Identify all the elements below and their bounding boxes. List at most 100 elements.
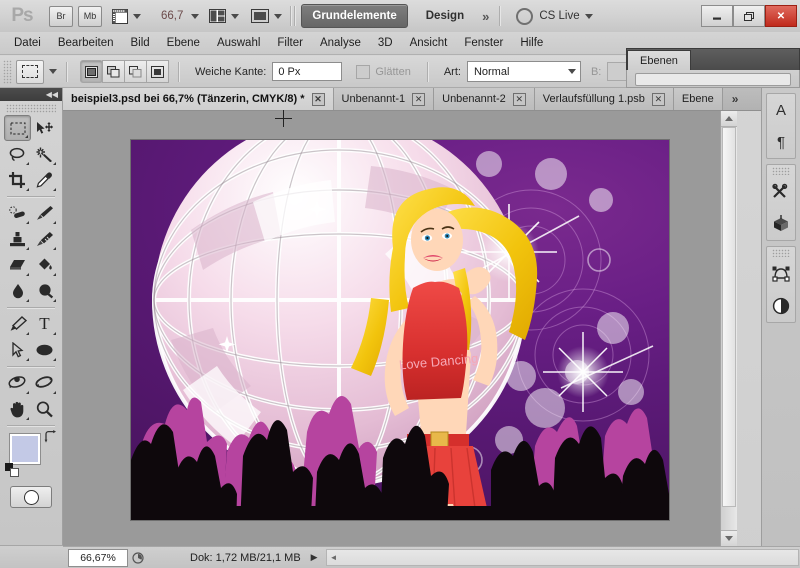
zoom-level-chevron-down-icon[interactable] [191, 13, 200, 19]
floating-panel-header[interactable]: Ebenen [626, 48, 800, 70]
dock-section-grip[interactable] [772, 167, 790, 175]
tool-preset-picker[interactable] [16, 59, 44, 84]
doc-tab-overflow-icon[interactable]: » [723, 88, 748, 110]
menu-item-ebene[interactable]: Ebene [167, 37, 200, 49]
blur-tool[interactable] [4, 278, 31, 304]
scroll-thumb[interactable] [722, 127, 736, 507]
menu-item-auswahl[interactable]: Auswahl [217, 37, 260, 49]
foreground-color-swatch[interactable] [10, 434, 40, 464]
subtract-from-selection-button[interactable] [124, 60, 147, 83]
menu-item-ansicht[interactable]: Ansicht [410, 37, 448, 49]
screen-mode-chevron-down-icon[interactable] [274, 13, 283, 19]
panel-tab-ebenen[interactable]: Ebenen [627, 50, 691, 70]
eraser-tool[interactable] [4, 252, 31, 278]
doc-tab-ebene[interactable]: Ebene [673, 88, 723, 110]
healing-brush-tool[interactable] [4, 200, 31, 226]
doc-tab-close-icon[interactable]: ✕ [412, 92, 426, 106]
crop-tool[interactable] [4, 167, 31, 193]
view-extras-chevron-down-icon[interactable] [133, 13, 141, 19]
toolbox-grip[interactable] [6, 104, 56, 113]
menu-item-hilfe[interactable]: Hilfe [520, 37, 543, 49]
doc-tab-unbenannt-1[interactable]: Unbenannt-1 ✕ [333, 88, 435, 110]
toolbox-group-vector: T [0, 311, 62, 363]
swap-colors-icon[interactable] [44, 430, 57, 443]
type-tool[interactable]: T [31, 311, 58, 337]
scroll-down-button[interactable] [721, 530, 737, 546]
close-button[interactable]: ✕ [765, 5, 797, 27]
pen-tool[interactable] [4, 311, 31, 337]
menu-item-datei[interactable]: Datei [14, 37, 41, 49]
menu-item-filter[interactable]: Filter [277, 37, 303, 49]
view-extras-button[interactable] [110, 3, 143, 29]
canvas-horizontal-scrollbar[interactable]: ◄ [325, 549, 799, 566]
workspace-design-button[interactable]: Design [416, 5, 474, 27]
status-popup-arrow-icon[interactable]: ▶ [311, 552, 318, 563]
zoom-tool[interactable] [31, 396, 58, 422]
minimize-button[interactable] [701, 5, 733, 27]
paragraph-panel-icon[interactable]: ¶ [767, 126, 795, 158]
default-colors-icon[interactable] [5, 463, 19, 477]
magic-wand-tool[interactable] [31, 141, 58, 167]
add-to-selection-button[interactable] [102, 60, 125, 83]
menu-item-bearbeiten[interactable]: Bearbeiten [58, 37, 114, 49]
screen-mode-button[interactable] [249, 3, 284, 29]
launch-mini-bridge-button[interactable]: Mb [78, 5, 102, 27]
canvas-area[interactable]: Love Dancing [63, 111, 737, 546]
style-select[interactable]: Normal [466, 61, 581, 82]
menu-item-analyse[interactable]: Analyse [320, 37, 361, 49]
doc-tab-close-icon[interactable]: ✕ [311, 92, 325, 106]
eyedropper-tool[interactable] [31, 167, 58, 193]
timing-icon[interactable] [128, 551, 148, 564]
intersect-selection-button[interactable] [146, 60, 169, 83]
rectangular-marquee-tool[interactable] [4, 115, 31, 141]
doc-tab-beispiel3[interactable]: beispiel3.psd bei 66,7% (Tänzerin, CMYK/… [63, 88, 334, 110]
panel-filter-field[interactable] [635, 73, 791, 86]
3d-panel-icon[interactable] [767, 208, 795, 240]
artboard[interactable]: Love Dancing [130, 139, 670, 521]
doc-tab-close-icon[interactable]: ✕ [512, 92, 526, 106]
menu-item-bild[interactable]: Bild [130, 37, 149, 49]
move-tool[interactable] [31, 115, 58, 141]
feather-input[interactable]: 0 Px [272, 62, 343, 81]
brush-tool[interactable] [31, 200, 58, 226]
status-zoom-input[interactable]: 66,67% [68, 548, 128, 567]
arrow-left-icon[interactable]: ◄ [327, 553, 341, 562]
clone-stamp-tool[interactable] [4, 226, 31, 252]
quick-mask-button[interactable] [10, 486, 52, 508]
3d-object-rotate-tool[interactable] [4, 370, 31, 396]
masks-panel-icon[interactable] [767, 258, 795, 290]
history-brush-tool[interactable] [31, 226, 58, 252]
lasso-tool[interactable] [4, 141, 31, 167]
doc-tab-verlaufsfuellung[interactable]: Verlaufsfüllung 1.psb ✕ [534, 88, 674, 110]
3d-camera-rotate-tool[interactable] [31, 370, 58, 396]
menu-item-3d[interactable]: 3D [378, 37, 393, 49]
toolbox-collapse-button[interactable]: ◀◀ [0, 88, 62, 101]
cs-live-button[interactable]: CS Live [516, 7, 593, 25]
menu-item-fenster[interactable]: Fenster [464, 37, 503, 49]
doc-tab-unbenannt-2[interactable]: Unbenannt-2 ✕ [434, 88, 535, 110]
launch-bridge-button[interactable]: Br [49, 5, 73, 27]
zoom-level-value[interactable]: 66,7 [161, 10, 183, 22]
gradient-tool[interactable] [31, 252, 58, 278]
new-selection-button[interactable] [80, 60, 103, 83]
dodge-tool[interactable] [31, 278, 58, 304]
scroll-up-button[interactable] [721, 111, 737, 127]
arrange-chevron-down-icon[interactable] [231, 13, 240, 19]
ellipse-shape-tool[interactable] [31, 337, 58, 363]
workspace-grundelemente-button[interactable]: Grundelemente [301, 4, 408, 28]
hand-tool[interactable] [4, 396, 31, 422]
doc-tab-close-icon[interactable]: ✕ [651, 92, 665, 106]
dock-section-grip-2[interactable] [772, 249, 790, 257]
restore-button[interactable] [733, 5, 765, 27]
tool-preset-chevron-down-icon[interactable] [49, 69, 57, 74]
options-bar-grip[interactable] [3, 59, 12, 84]
path-selection-tool[interactable] [4, 337, 31, 363]
adjustments-panel-icon[interactable] [767, 290, 795, 322]
tool-presets-panel-icon[interactable] [767, 176, 795, 208]
character-panel-icon[interactable]: A [767, 94, 795, 126]
canvas-vertical-scrollbar[interactable] [720, 111, 737, 546]
workspace-overflow-icon[interactable]: » [482, 9, 489, 24]
arrange-documents-button[interactable] [207, 3, 241, 29]
antialias-checkbox[interactable] [356, 64, 371, 79]
floating-ebenen-panel[interactable]: Ebenen [626, 48, 800, 88]
